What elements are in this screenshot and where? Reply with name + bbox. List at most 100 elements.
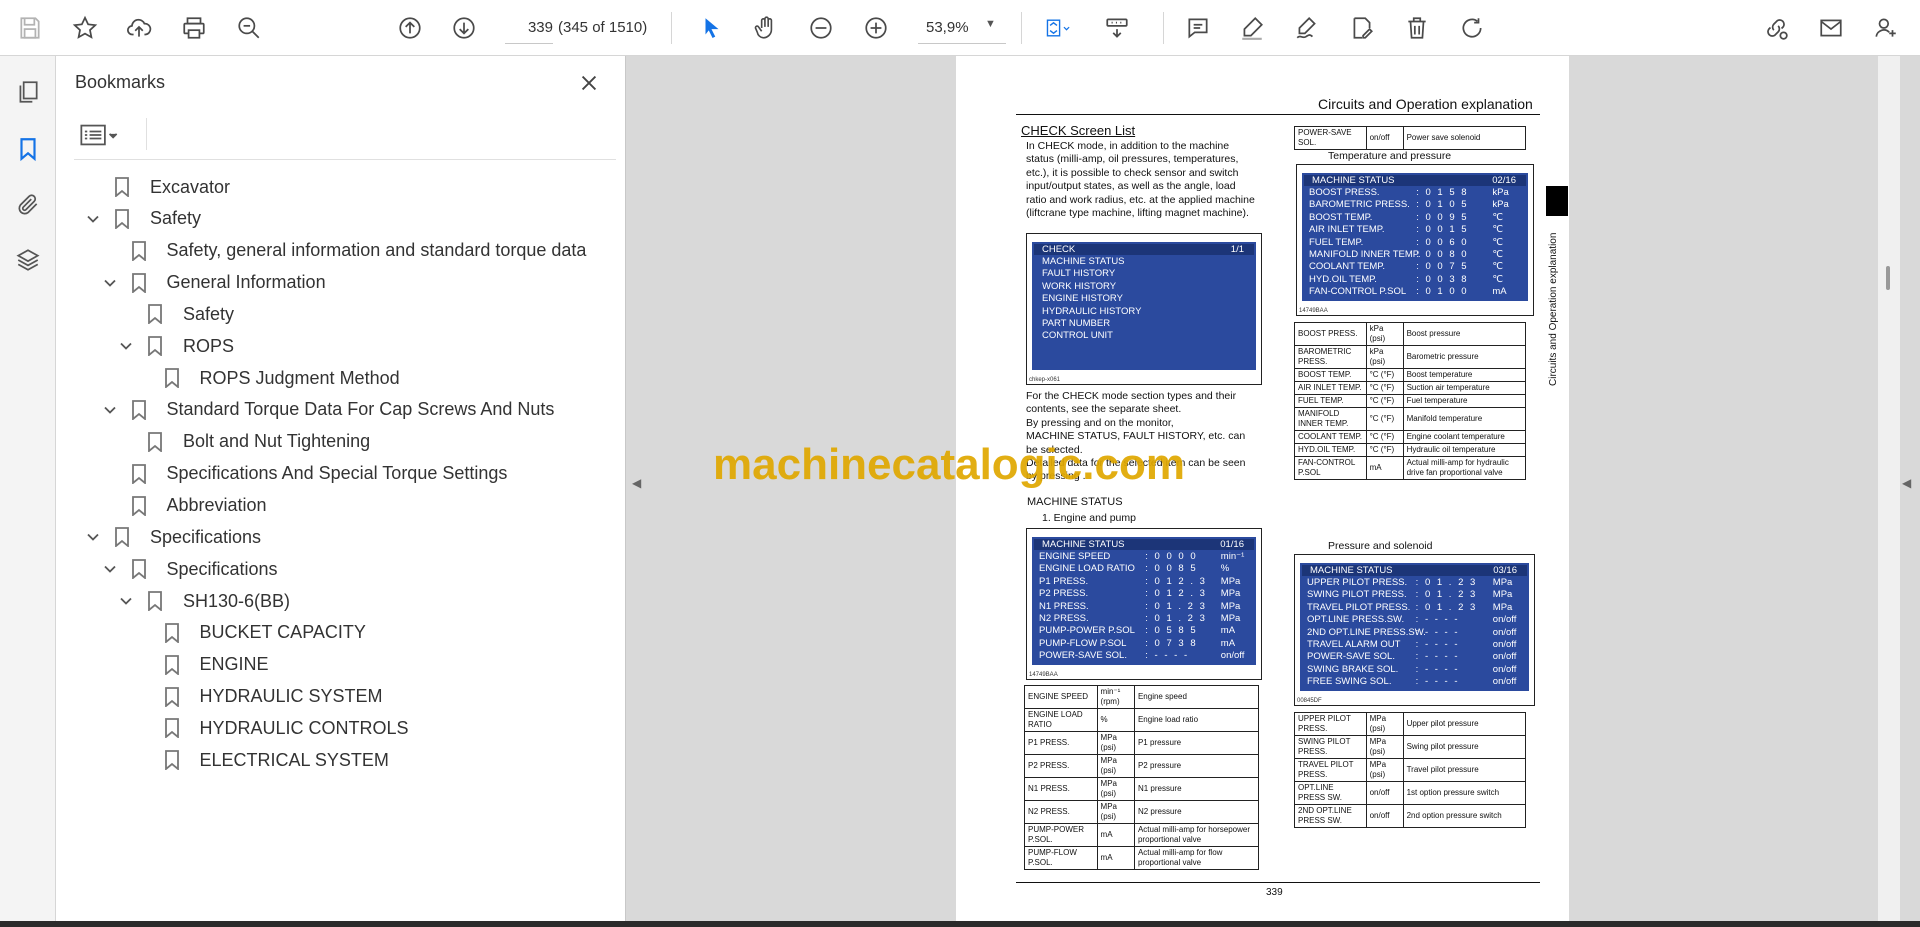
bookmark-item[interactable]: Safety xyxy=(115,296,234,332)
bookmark-label: ELECTRICAL SYSTEM xyxy=(199,749,389,770)
chevron-down-icon[interactable] xyxy=(99,399,121,421)
layers-icon[interactable] xyxy=(10,242,46,278)
screen-row-value: : 0 1 . 2 3 xyxy=(1415,601,1478,613)
temp-screen: MACHINE STATUS 02/16 BOOST PRESS.: 0 1 5 8… xyxy=(1296,164,1534,316)
scroll-mode-icon[interactable] xyxy=(1099,10,1135,46)
bookmark-icon xyxy=(112,175,132,199)
bookmark-item[interactable]: HYDRAULIC SYSTEM xyxy=(132,679,383,715)
paragraph-line: By pressing and on the monitor, xyxy=(1026,416,1174,429)
bookmark-item[interactable]: ENGINE xyxy=(132,647,269,683)
chevron-down-icon[interactable] xyxy=(99,558,121,580)
attachments-icon[interactable] xyxy=(10,187,46,223)
sign-pen-icon[interactable] xyxy=(1289,10,1325,46)
bookmark-item[interactable]: Excavator xyxy=(82,169,230,205)
link-icon[interactable] xyxy=(1758,10,1794,46)
bookmark-item[interactable]: ROPS Judgment Method xyxy=(132,360,400,396)
comment-icon[interactable] xyxy=(1180,10,1216,46)
screen-row-value: : 0 0 1 5 xyxy=(1416,224,1469,236)
screen-row-value: : 0 7 3 8 xyxy=(1145,637,1198,649)
bookmark-item[interactable]: SH130-6(BB) xyxy=(115,583,290,619)
bookmark-label: ENGINE xyxy=(199,654,269,675)
screen-row-value: : 0 0 8 5 xyxy=(1145,563,1198,575)
arrow-up-circle-icon[interactable] xyxy=(392,10,428,46)
table-row: OPT.LINE PRESS SW. on/off 1st option press… xyxy=(1294,781,1527,805)
chevron-down-icon[interactable] xyxy=(82,208,104,230)
zoom-dropdown-icon[interactable]: ▼ xyxy=(985,18,996,30)
bookmark-item[interactable]: HYDRAULIC CONTROLS xyxy=(132,710,409,746)
document-scrollbar[interactable] xyxy=(1878,56,1900,921)
bookmark-label: Abbreviation xyxy=(166,495,267,515)
bookmark-item[interactable]: Bolt and Nut Tightening xyxy=(115,424,370,460)
bookmark-label: Specifications xyxy=(166,558,278,579)
cursor-arrow-icon[interactable] xyxy=(694,10,730,46)
table-cell: Engine coolant temperature xyxy=(1402,430,1527,444)
collapse-right-icon[interactable]: ◀ xyxy=(1902,476,1914,496)
chevron-down-icon[interactable] xyxy=(115,335,137,357)
screen-row-unit: min⁻¹ xyxy=(1220,551,1245,562)
save-icon[interactable] xyxy=(12,10,48,46)
bookmark-item[interactable]: Specifications xyxy=(99,551,278,587)
chevron-down-icon[interactable] xyxy=(99,272,121,294)
minus-circle-icon[interactable] xyxy=(803,10,839,46)
page-thumbnails-icon[interactable] xyxy=(10,74,46,110)
table-cell: 2nd option pressure switch xyxy=(1402,804,1527,828)
collapse-left-icon[interactable]: ◀ xyxy=(632,476,644,496)
screen-header: CHECK 1/1 xyxy=(1034,244,1254,255)
screen-caption: chkep-x061 xyxy=(1029,377,1061,383)
screen-row-label: ENGINE HISTORY xyxy=(1042,293,1123,305)
screen-row-value: : - - - - xyxy=(1415,639,1460,650)
bookmarks-icon[interactable] xyxy=(10,131,46,167)
bookmark-item[interactable]: Abbreviation xyxy=(99,488,267,524)
fit-page-icon[interactable] xyxy=(1035,10,1079,46)
bookmark-item[interactable]: ROPS xyxy=(115,328,234,364)
bookmark-item[interactable]: BUCKET CAPACITY xyxy=(132,615,366,651)
chevron-down-icon[interactable] xyxy=(115,590,137,612)
edit-document-icon[interactable] xyxy=(1344,10,1380,46)
bookmark-item[interactable]: Specifications And Special Torque Settin… xyxy=(99,456,507,492)
screen-row-unit: % xyxy=(1220,563,1230,575)
page-number-input[interactable] xyxy=(505,12,553,44)
screen-row-label: PART NUMBER xyxy=(1042,318,1111,329)
bookmark-options-icon[interactable] xyxy=(74,118,124,152)
screen-row-unit: on/off xyxy=(1492,651,1517,663)
bookmark-item[interactable]: General Information xyxy=(99,265,326,301)
bookmarks-panel: Bookmarks Excavator Safety Safety, general… xyxy=(56,56,660,921)
screen-row-label: COOLANT TEMP. xyxy=(1309,261,1386,273)
highlighter-icon[interactable] xyxy=(1234,10,1270,46)
table-cell: ENGINE LOAD RATIO xyxy=(1024,708,1098,732)
bookmark-icon xyxy=(129,271,149,295)
screen-row-unit: MPa xyxy=(1492,601,1513,613)
trash-icon[interactable] xyxy=(1399,10,1435,46)
upload-icon[interactable] xyxy=(121,10,157,46)
envelope-icon[interactable] xyxy=(1813,10,1849,46)
bookmark-icon xyxy=(162,366,182,390)
bookmark-item[interactable]: Safety xyxy=(82,201,201,237)
screen-row-value: : 0 1 2 . 3 xyxy=(1145,588,1207,600)
bookmark-label: SH130-6(BB) xyxy=(183,590,291,611)
print-icon[interactable] xyxy=(176,10,212,46)
close-icon[interactable] xyxy=(576,70,602,96)
table-cell: °C (°F) xyxy=(1365,407,1404,431)
screen-row-unit: mA xyxy=(1492,286,1507,298)
arrow-down-circle-icon[interactable] xyxy=(446,10,482,46)
chevron-down-icon[interactable] xyxy=(82,526,104,548)
plus-circle-icon[interactable] xyxy=(858,10,894,46)
bookmark-icon xyxy=(145,334,165,358)
star-icon[interactable] xyxy=(67,10,103,46)
hand-icon[interactable] xyxy=(748,10,784,46)
bookmark-item[interactable]: Specifications xyxy=(82,519,261,555)
screen-title: CHECK xyxy=(1042,244,1076,255)
bookmark-item[interactable]: Safety, general information and standard… xyxy=(99,233,586,269)
zoom-search-icon[interactable] xyxy=(231,10,267,46)
table-cell: °C (°F) xyxy=(1365,381,1404,395)
table-cell: UPPER PILOT PRESS. xyxy=(1294,712,1367,736)
rotate-icon[interactable] xyxy=(1454,10,1490,46)
bookmark-item[interactable]: ELECTRICAL SYSTEM xyxy=(132,742,389,778)
account-add-icon[interactable] xyxy=(1868,10,1904,46)
paragraph-line: contents, see the separate sheet. xyxy=(1026,403,1182,416)
bookmark-item[interactable]: Standard Torque Data For Cap Screws And … xyxy=(99,392,554,428)
